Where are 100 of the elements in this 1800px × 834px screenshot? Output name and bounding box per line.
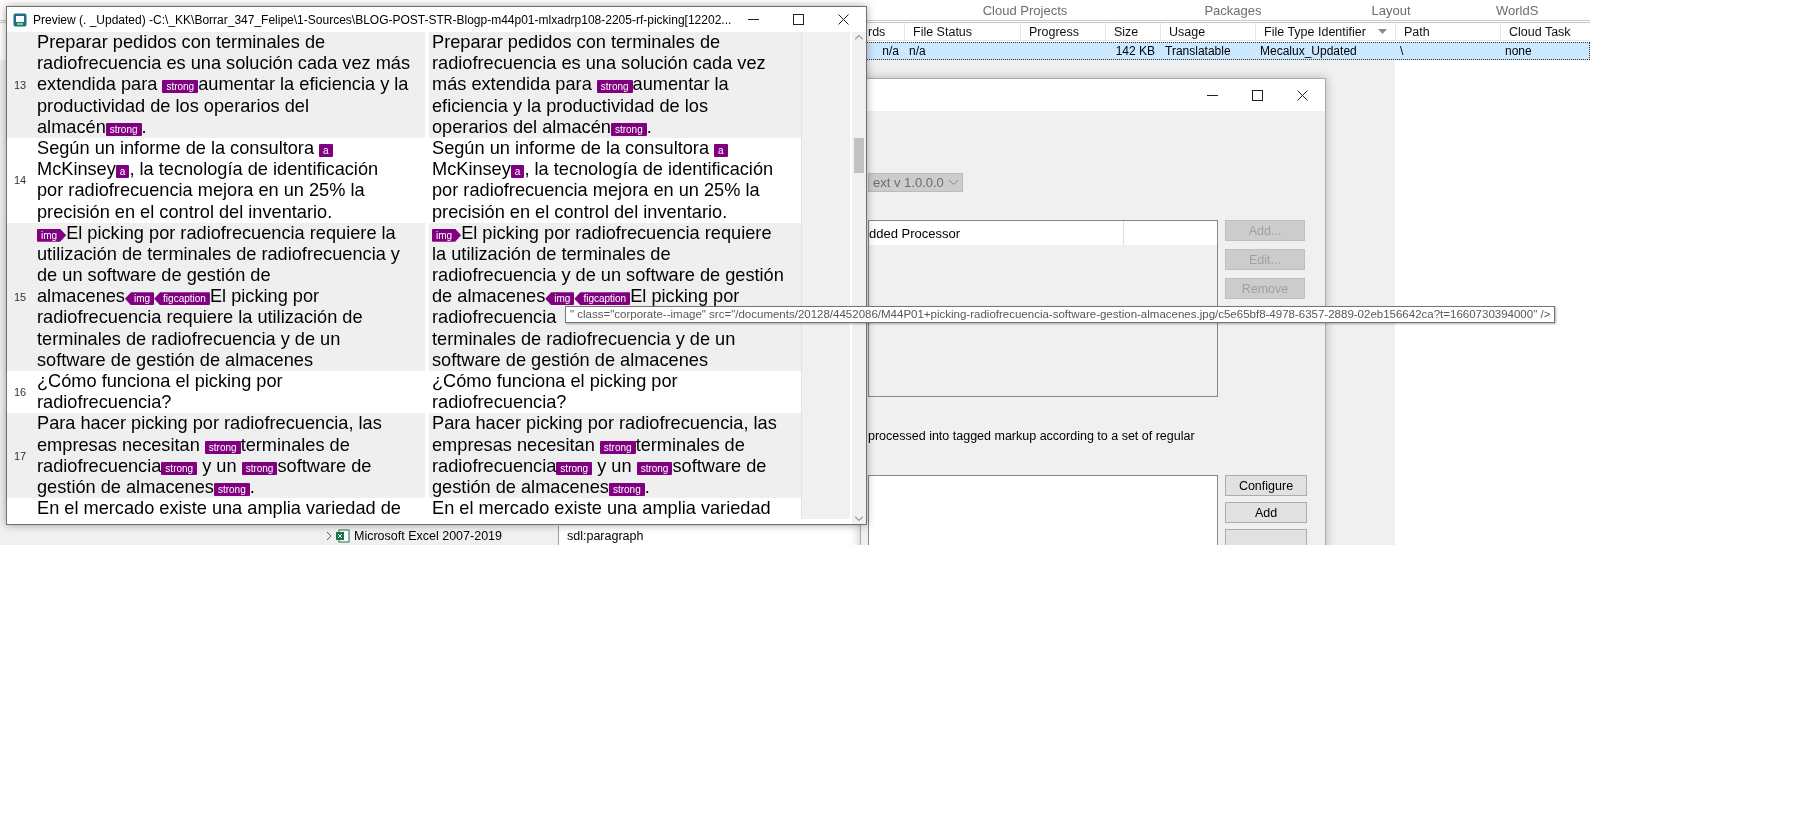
segment-text: empresas necesitan [432,434,596,455]
chevron-down-icon [949,180,958,185]
tag-marker: figcaption [574,292,631,306]
segment-text: El picking por [630,286,740,307]
segment-text: por radiofrecuencia mejora en un 25% la [432,180,760,201]
column-header[interactable]: Cloud Task [1500,23,1590,40]
segment-text: precisión en el control del inventario. [432,201,728,222]
column-header[interactable]: Size [1105,23,1160,40]
ribbon-group-label: Cloud Projects [981,2,1069,18]
segment-text: Para hacer picking por radiofrecuencia, las [37,413,382,434]
segment-text: terminales de [635,434,745,455]
segment-text: radiofrecuencia es una solución cada vez [432,53,766,74]
segment-text: terminales de radiofrecuencia y de un [432,328,736,349]
scrollbar-thumb[interactable] [854,138,864,173]
table-cell-text: \ [1399,44,1405,58]
segment-text: ¿Cómo funciona el picking por [37,371,283,391]
close-icon[interactable] [838,14,850,25]
segment-text: El picking por [209,286,320,307]
segment-text: software de [672,455,767,476]
tag-marker: strong [161,461,198,475]
segment-number: 17 [7,413,33,499]
tag-marker: strong [241,461,278,475]
segment-text: . [644,476,650,497]
segment-text: operarios del almacén [432,116,611,137]
table-cell-text: 142 KB [1114,44,1156,58]
spreadsheet-icon [336,528,350,543]
segment-text: Preparar pedidos con terminales de [37,32,326,52]
tag-marker: img [545,292,575,306]
segment-text: software de gestión de almacenes [432,349,708,370]
segment-text: software de [277,455,372,476]
segment-text: gestión de almacenes [37,476,214,497]
maximize-icon[interactable] [793,14,805,25]
segment-text: precisión en el control del inventario. [37,201,333,222]
segment-text: software de gestión de almacenes [37,349,313,370]
segment-text: y un [596,455,633,476]
ribbon-group-label: Layout [1370,2,1412,18]
segment-text: radiofrecuencia es una solución cada vez más [37,53,411,74]
segment-text: gestión de almacenes [432,476,609,497]
segment-number: 16 [12,385,28,401]
ribbon-group-label: Packages [1203,2,1263,18]
tag-marker: strong [599,440,636,454]
segment-text: radiofrecuencia [432,455,557,476]
tag-marker: strong [105,122,142,136]
dialog-button[interactable]: Add [1225,502,1307,523]
table-cell-text: n/a [881,44,900,58]
segment-text: la utilización de terminales de [432,243,671,264]
segment-text: En el mercado existe una amplia variedad [432,498,771,519]
close-icon[interactable] [1297,89,1308,101]
tag-marker: strong [556,461,593,475]
maximize-icon[interactable] [1252,89,1263,101]
segment-text: McKinsey [37,159,116,180]
segment-text: . [141,116,147,137]
tag-marker: strong [204,440,241,454]
segment-text: Para hacer picking por radiofrecuencia, las [432,413,777,434]
segment-text: radiofrecuencia requiere la utilización de [37,307,363,328]
segment-number: 14 [12,173,28,189]
window-title: Preview (. _Updated) -C:\_KK\Borrar_347_Felipe\1-Sources\BLOG-POST-STR-Blogp-m44p01-mlxadrp108-2205-rf-picking[12202... [33,12,732,27]
tag-marker: a [510,165,525,179]
tag-marker: strong [636,461,673,475]
segment-text: radiofrecuencia [37,455,162,476]
segment-number: 13 [7,32,33,138]
segment-text: ¿Cómo funciona el picking por [432,371,678,391]
table-cell-text: Translatable [1164,44,1232,58]
table-cell-text: n/a [908,44,927,58]
segment-text: . [249,476,255,497]
segment-text: , la tecnología de identificación [524,159,774,180]
tag-marker: strong [608,482,645,496]
segment-text: de almacenes [432,286,546,307]
table-cell-text: none [1504,44,1533,58]
column-header[interactable]: File Type Identifier [1255,23,1395,40]
segment-text: empresas necesitan [37,434,201,455]
segment-text: Según un informe de la consultora [37,137,316,158]
tag-marker: img [124,292,155,306]
segment-text: de un software de gestión de [37,265,271,286]
segment-text: productividad de los operarios del [37,95,309,116]
tag-marker: img [432,228,462,242]
segment-text: radiofrecuencia? [432,392,567,413]
segment-text: radiofrecuencia? [37,392,172,413]
segment-number: 15 [7,222,33,371]
column-header[interactable]: Usage [1160,23,1255,40]
column-header[interactable]: File Status [904,23,1020,40]
sort-arrow-icon [1377,29,1387,34]
segment-text: utilización de terminales de radiofrecuencia y [37,243,400,264]
segment-text: . [646,116,652,137]
blank-cell [801,498,850,520]
tree-item[interactable]: Microsoft Excel 2007-2019 [354,528,502,543]
column-header[interactable]: rds [866,23,904,40]
tag-marker: strong [596,80,633,94]
segment-text: y un [201,455,238,476]
column-header[interactable]: Progress [1020,23,1105,40]
segment-text: Según un informe de la consultora [432,137,711,158]
dialog-button[interactable]: Configure [1225,475,1307,496]
file-row[interactable]: n/a n/a 142 KB Translatable Mecalux_Updated \ none [866,42,1590,60]
segment-text: terminales de [240,434,350,455]
column-header[interactable]: Path [1395,23,1500,40]
segment-text: terminales de radiofrecuencia y de un [37,328,341,349]
tag-marker: a [319,143,333,157]
tag-marker: strong [162,80,199,94]
segment-text: , la tecnología de identificación [129,159,379,180]
segment-text: por radiofrecuencia mejora en un 25% la [37,180,365,201]
